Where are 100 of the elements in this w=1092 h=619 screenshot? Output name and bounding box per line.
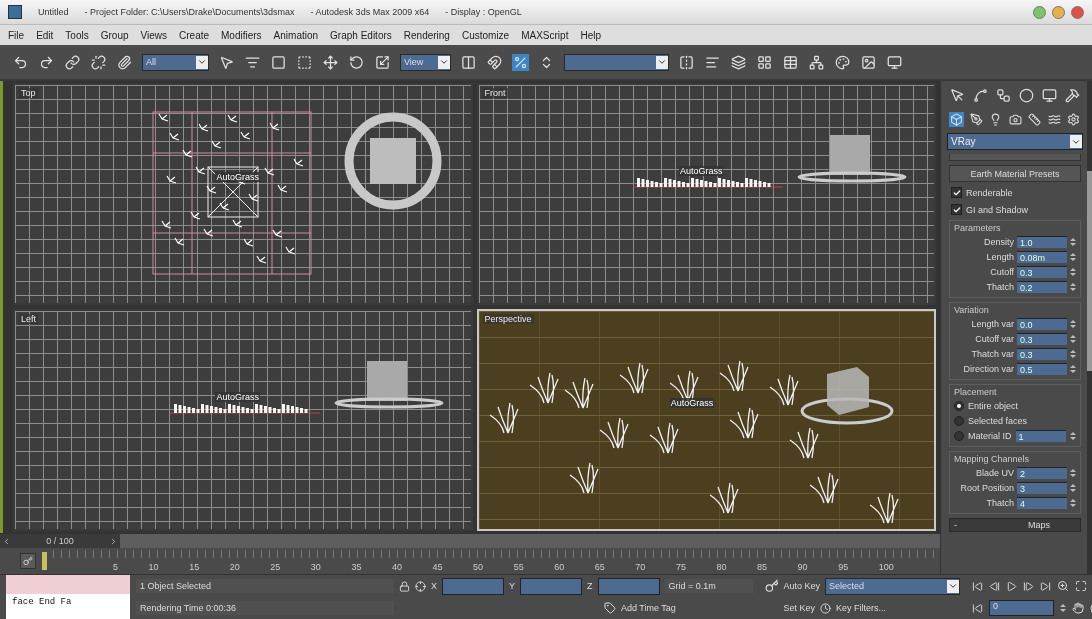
viewport-label[interactable]: Perspective <box>482 314 534 324</box>
menu-item[interactable]: File <box>8 29 25 41</box>
menu-item[interactable]: Modifiers <box>221 29 262 41</box>
menu-item[interactable]: Create <box>179 29 210 41</box>
menu-item[interactable]: MAXScript <box>521 29 569 41</box>
tick-label: 65 <box>594 562 605 572</box>
tick-label: 35 <box>351 562 362 572</box>
group-title: Parameters <box>954 223 1002 233</box>
tick-label: 45 <box>432 562 443 572</box>
tick-label: 30 <box>310 562 321 572</box>
set-key-button[interactable]: Set Key <box>783 603 816 613</box>
number-field[interactable]: 0.3 <box>1017 265 1067 278</box>
viewport-label[interactable]: Front <box>482 88 508 98</box>
number-field[interactable]: 1.0 <box>1017 235 1067 248</box>
tick-label: 15 <box>189 562 200 572</box>
number-field[interactable]: 4 <box>1017 496 1067 509</box>
radio-label: Selected faces <box>968 415 1028 426</box>
prompt-message: Rendering Time 0:00:36 <box>136 601 394 615</box>
field-label: Density <box>984 236 1014 247</box>
tick-label: 85 <box>757 562 767 572</box>
number-field[interactable]: 0.2 <box>1017 280 1067 293</box>
radio-label: Entire object <box>968 400 1019 411</box>
menu-item[interactable]: Animation <box>273 29 319 41</box>
number-field[interactable]: 3 <box>1017 481 1067 494</box>
viewport-label[interactable]: Left <box>19 314 38 324</box>
tick-label: 50 <box>473 562 484 572</box>
time-slider[interactable]: 0 / 100 <box>0 533 940 548</box>
viewport[interactable]: Perspective AutoGrass <box>476 309 936 531</box>
tick-label: 10 <box>148 562 159 572</box>
object-label: AutoGrass <box>678 165 724 176</box>
menu-item[interactable]: Views <box>140 29 167 41</box>
field-label: Length <box>986 251 1014 262</box>
radio-label: Material ID <box>968 430 1012 441</box>
selection-filter-dropdown[interactable]: All <box>142 53 209 71</box>
field-label: Direction var <box>963 363 1014 374</box>
menu-item[interactable]: Group <box>100 29 129 41</box>
viewport[interactable]: Top AutoGrass <box>13 83 473 305</box>
coord-label: Y <box>509 581 516 591</box>
number-field[interactable]: 0.3 <box>1017 347 1067 360</box>
tick-label: 95 <box>838 562 849 572</box>
key-filters-button[interactable]: Key Filters... <box>836 603 887 613</box>
frame-field[interactable]: 0 <box>989 600 1055 616</box>
status-message: 1 Object Selected <box>136 579 394 593</box>
field-label: Thatch <box>986 497 1014 508</box>
tick-label: 25 <box>270 562 281 572</box>
coord-label: X <box>431 581 437 591</box>
menu-item[interactable]: Edit <box>36 29 54 41</box>
number-field[interactable]: 0.08m <box>1017 250 1067 263</box>
tick-label: 75 <box>675 562 686 572</box>
number-field[interactable]: 0.5 <box>1017 362 1067 375</box>
coordinate-dropdown[interactable]: View <box>400 53 451 71</box>
window-title: Untitled <box>38 7 69 17</box>
field-label: Length var <box>971 318 1014 329</box>
menu-item[interactable]: Graph Editors <box>330 29 392 41</box>
viewport[interactable]: Left AutoGrass <box>13 309 473 531</box>
auto-key-button[interactable]: Auto Key <box>783 581 821 591</box>
field-label: Thatch <box>986 281 1014 292</box>
menu-item[interactable]: Tools <box>65 29 89 41</box>
field-label: Thatch var <box>971 348 1014 359</box>
menu-item[interactable]: Customize <box>461 29 510 41</box>
object-label: AutoGrass <box>215 172 260 183</box>
group-title: Mapping Channels <box>954 454 1031 464</box>
number-field[interactable]: 1 <box>1015 429 1066 442</box>
viewport[interactable]: Front AutoGrass <box>476 83 936 305</box>
time-tag-label[interactable]: Add Time Tag <box>621 603 676 613</box>
field-label: Cutoff <box>990 266 1014 277</box>
tick-label: 55 <box>513 562 524 572</box>
group-title: Placement <box>954 387 998 397</box>
field-label: Cutoff var <box>975 333 1014 344</box>
window-title: - Project Folder: C:\Users\Drake\Documents\3dsmax <box>84 7 295 17</box>
tick-label: 90 <box>797 562 808 572</box>
number-field[interactable]: 0.3 <box>1017 332 1067 345</box>
object-label: AutoGrass <box>215 391 260 402</box>
window-title: - Autodesk 3ds Max 2009 x64 <box>310 7 430 17</box>
grid-info: Grid = 0.1m <box>664 579 753 593</box>
tick-label: 80 <box>716 562 727 572</box>
tick-label: 20 <box>229 562 240 572</box>
checkbox-label: Renderable <box>966 187 1013 198</box>
tick-label: 40 <box>391 562 402 572</box>
viewport-label[interactable]: Top <box>19 88 38 98</box>
number-field[interactable]: 0.0 <box>1017 317 1067 330</box>
time-slider-thumb[interactable]: 0 / 100 <box>0 534 120 548</box>
coord-label: Z <box>587 581 593 591</box>
menu-item[interactable]: Help <box>580 29 601 41</box>
number-field[interactable]: 2 <box>1017 466 1067 479</box>
checkbox-label: GI and Shadow <box>966 204 1029 215</box>
tick-label: 100 <box>878 562 894 572</box>
renderer-dropdown[interactable]: VRay <box>947 133 1083 150</box>
tick-label: 70 <box>635 562 646 572</box>
key-mode-dropdown[interactable]: Selected <box>825 577 961 595</box>
tick-label: 60 <box>554 562 565 572</box>
field-label: Blade UV <box>975 467 1014 478</box>
group-title: Variation <box>954 305 990 315</box>
menu-item[interactable]: Rendering <box>403 29 450 41</box>
rollout-header[interactable]: - Maps <box>949 518 1081 532</box>
object-label: AutoGrass <box>669 398 715 409</box>
presets-button[interactable]: Earth Material Presets <box>949 165 1081 182</box>
field-label: Root Position <box>960 482 1014 493</box>
tick-label: 5 <box>113 562 118 572</box>
window-title: - Display : OpenGL <box>445 7 522 17</box>
